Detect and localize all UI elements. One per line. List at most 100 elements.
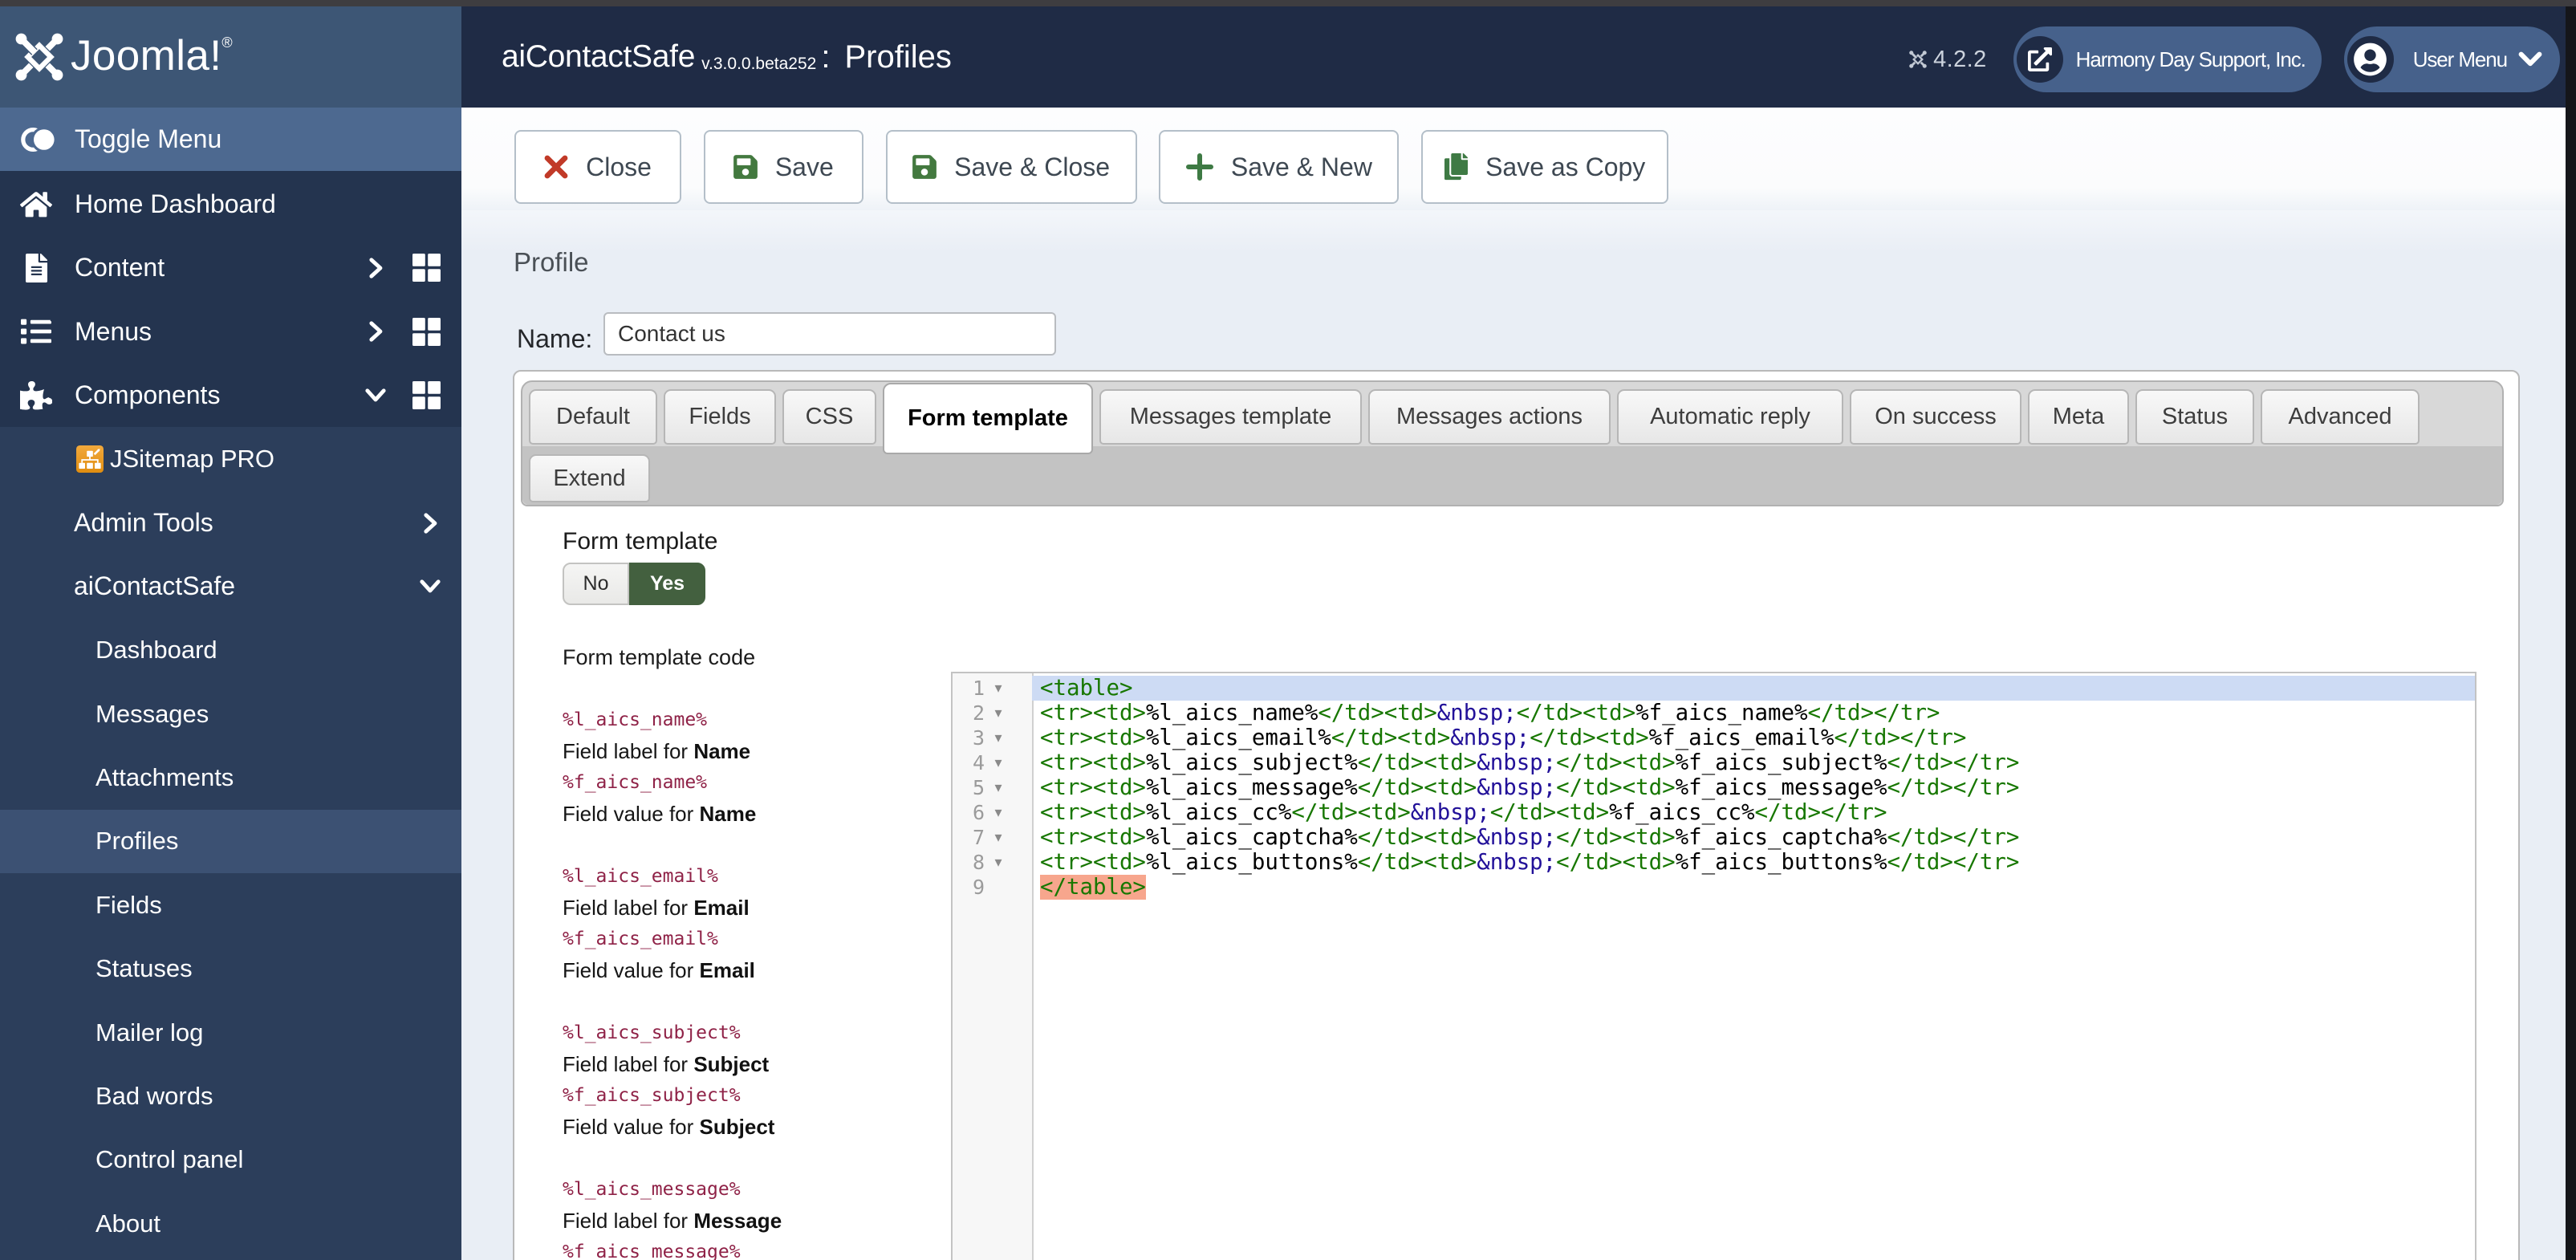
- chevron-right-icon: [363, 258, 388, 278]
- code-line-7[interactable]: <tr><td>%l_aics_captcha%</td><td>&nbsp;<…: [1032, 825, 2475, 850]
- token-label: %l_aics_name%: [563, 709, 708, 730]
- sidebar-item-dashboard[interactable]: Dashboard: [0, 619, 461, 682]
- component-name: aiContactSafe: [502, 39, 696, 74]
- tab-css[interactable]: CSS: [782, 389, 876, 445]
- sidebar-item-label: Menus: [75, 316, 152, 346]
- page-title: aiContactSafe v.3.0.0.beta252 : Profiles: [502, 6, 952, 108]
- sidebar-item-mailer-log[interactable]: Mailer log: [0, 1001, 461, 1064]
- tab-status[interactable]: Status: [2135, 389, 2254, 445]
- code-editor[interactable]: 1 ▾ 2 ▾ 3 ▾ 4 ▾ 5 ▾ 6 ▾ 7 ▾ 8 ▾ 9 <table> <tr><td>%l_aics…: [951, 672, 2476, 1260]
- dashboard-grid-icon[interactable]: [411, 254, 441, 282]
- dashboard-grid-icon[interactable]: [411, 381, 441, 410]
- fold-arrow-icon[interactable]: ▾: [985, 825, 1012, 850]
- sidebar-item-jsitemap-pro[interactable]: JSitemap PRO: [0, 427, 461, 490]
- profile-panel: Default Fields CSS Form template Messages te…: [513, 370, 2520, 1260]
- site-preview-button[interactable]: Harmony Day Support, Inc.: [2013, 26, 2322, 92]
- tab-messages-template[interactable]: Messages template: [1099, 389, 1362, 445]
- logo-band: Joomla!®: [0, 6, 461, 108]
- fold-arrow-icon[interactable]: ▾: [985, 701, 1012, 726]
- token-description: Field value for Subject: [563, 1115, 775, 1139]
- joomla-logo-text: Joomla!®: [71, 32, 234, 79]
- tab-automatic-reply[interactable]: Automatic reply: [1617, 389, 1843, 445]
- switch-no-option[interactable]: No: [563, 563, 629, 605]
- tab-messages-actions[interactable]: Messages actions: [1368, 389, 1611, 445]
- switch-yes-option[interactable]: Yes: [629, 563, 705, 605]
- save-button[interactable]: Save: [703, 130, 863, 204]
- token-description: Field value for Name: [563, 802, 757, 826]
- sidebar-item-label: Home Dashboard: [75, 189, 276, 219]
- sidebar-item-about[interactable]: About: [0, 1192, 461, 1255]
- sidebar-item-menus[interactable]: Menus: [0, 300, 461, 364]
- sidebar-item-attachments[interactable]: Attachments: [0, 746, 461, 809]
- sidebar-item-content[interactable]: Content: [0, 236, 461, 299]
- tab-meta[interactable]: Meta: [2028, 389, 2129, 445]
- fold-arrow-icon[interactable]: ▾: [985, 750, 1012, 775]
- tab-default[interactable]: Default: [529, 389, 657, 445]
- code-line-1[interactable]: <table>: [1032, 676, 2475, 701]
- joomla-version: 4.2.2: [1909, 47, 1987, 73]
- toolbar: Close Save Save & Close Save & New Save as C…: [461, 108, 2566, 210]
- dashboard-grid-icon[interactable]: [411, 317, 441, 346]
- line-number: 4: [972, 751, 985, 774]
- sidebar-item-admin-tools[interactable]: Admin Tools: [0, 491, 461, 555]
- code-line-6[interactable]: <tr><td>%l_aics_cc%</td><td>&nbsp;</td><…: [1032, 800, 2475, 825]
- token-description: Field label for Email: [563, 896, 750, 920]
- tab-form-template[interactable]: Form template: [883, 383, 1093, 454]
- save-as-copy-button[interactable]: Save as Copy: [1421, 130, 1669, 204]
- sidebar-item-aicontactsafe[interactable]: aiContactSafe: [0, 555, 461, 618]
- sidebar-item-label: Bad words: [95, 1082, 213, 1111]
- fold-arrow-icon[interactable]: ▾: [985, 775, 1012, 800]
- line-number: 5: [972, 776, 985, 799]
- main-area: aiContactSafe v.3.0.0.beta252 : Profiles…: [461, 6, 2566, 1260]
- token-description: Field label for Name: [563, 739, 751, 763]
- fold-arrow-icon[interactable]: ▾: [985, 800, 1012, 825]
- component-version: v.3.0.0.beta252: [701, 55, 817, 73]
- token-value: %f_aics_message%: [563, 1242, 741, 1260]
- code-line-9[interactable]: </table>: [1032, 875, 2475, 900]
- line-number: 8: [972, 851, 985, 874]
- close-button[interactable]: Close: [514, 130, 681, 204]
- sidebar-item-messages[interactable]: Messages: [0, 682, 461, 746]
- code-line-3[interactable]: <tr><td>%l_aics_email%</td><td>&nbsp;</t…: [1032, 726, 2475, 750]
- tab-advanced[interactable]: Advanced: [2261, 389, 2420, 445]
- fold-arrow-icon[interactable]: ▾: [985, 676, 1012, 701]
- save-close-button[interactable]: Save & Close: [885, 130, 1137, 204]
- name-field-label: Name:: [517, 324, 593, 353]
- window-top-edge: [0, 0, 2576, 6]
- tab-extend[interactable]: Extend: [529, 454, 650, 502]
- sidebar-item-control-panel[interactable]: Control panel: [0, 1128, 461, 1192]
- fold-arrow-icon[interactable]: ▾: [985, 726, 1012, 750]
- joomla-mini-icon: [1909, 51, 1927, 68]
- sidebar-item-home-dashboard[interactable]: Home Dashboard: [0, 173, 461, 236]
- sidebar-item-label: Components: [75, 380, 221, 410]
- user-menu-button[interactable]: User Menu: [2343, 26, 2560, 92]
- sidebar-item-components[interactable]: Components: [0, 364, 461, 427]
- code-line-8[interactable]: <tr><td>%l_aics_buttons%</td><td>&nbsp;<…: [1032, 850, 2475, 875]
- sidebar-item-label: Fields: [95, 890, 162, 919]
- token-value: %f_aics_subject%: [563, 1085, 741, 1106]
- form-template-switch[interactable]: No Yes: [563, 563, 705, 605]
- sidebar-item-label: Content: [75, 253, 165, 282]
- toggle-icon: [21, 126, 55, 152]
- code-line-5[interactable]: <tr><td>%l_aics_message%</td><td>&nbsp;<…: [1032, 775, 2475, 800]
- admin-header: aiContactSafe v.3.0.0.beta252 : Profiles…: [461, 6, 2566, 108]
- code-line-4[interactable]: <tr><td>%l_aics_subject%</td><td>&nbsp;<…: [1032, 750, 2475, 775]
- sidebar-item-bad-words[interactable]: Bad words: [0, 1064, 461, 1128]
- name-input[interactable]: [603, 312, 1056, 356]
- token-description: Field label for Message: [563, 1209, 782, 1233]
- tab-on-success[interactable]: On success: [1850, 389, 2021, 445]
- chevron-right-icon: [363, 321, 388, 342]
- sidebar-item-toggle-menu[interactable]: Toggle Menu: [0, 108, 461, 172]
- code-line-2[interactable]: <tr><td>%l_aics_name%</td><td>&nbsp;</td…: [1032, 701, 2475, 726]
- file-icon: [19, 253, 53, 282]
- save-new-button[interactable]: Save & New: [1159, 130, 1400, 204]
- fold-arrow-icon[interactable]: ▾: [985, 850, 1012, 875]
- tab-fields[interactable]: Fields: [664, 389, 776, 445]
- sidebar-item-profiles[interactable]: Profiles: [0, 809, 461, 874]
- sidebar-item-label: Messages: [95, 699, 209, 728]
- tab-panel-form-template: Form template No Yes Form template code%…: [514, 508, 2518, 1260]
- sidebar-item-fields[interactable]: Fields: [0, 873, 461, 937]
- sidebar-nav: Home Dashboard Content Menus Components: [0, 173, 461, 428]
- sidebar-item-label: Attachments: [95, 763, 234, 792]
- sidebar-item-statuses[interactable]: Statuses: [0, 937, 461, 1001]
